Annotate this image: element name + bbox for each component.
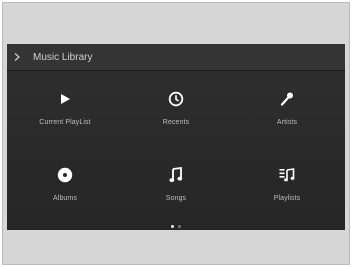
tile-label: Songs (165, 195, 187, 202)
page-indicator (7, 222, 345, 230)
tile-songs[interactable]: Songs (120, 149, 232, 225)
header-bar: Music Library (7, 44, 345, 71)
music-library-screen: Music Library Current PlayList Recents A… (7, 44, 345, 230)
tile-label: Recents (162, 119, 190, 126)
tile-label: Artists (276, 119, 298, 126)
play-icon (53, 87, 77, 111)
clock-icon (164, 87, 188, 111)
page-title: Music Library (33, 51, 93, 63)
tile-current-playlist[interactable]: Current PlayList (9, 73, 121, 149)
tile-label: Albums (53, 195, 77, 202)
disc-icon (53, 163, 77, 187)
tile-artists[interactable]: Artists (231, 73, 343, 149)
tile-label: Current PlayList (39, 119, 91, 126)
chevron-right-icon[interactable] (7, 44, 27, 70)
music-note-icon (164, 163, 188, 187)
tile-label: Playlists (273, 195, 301, 202)
playlist-icon (275, 163, 299, 187)
page-dot-2[interactable] (178, 224, 181, 228)
tile-albums[interactable]: Albums (9, 149, 121, 225)
library-grid: Current PlayList Recents Artists Albums … (7, 71, 345, 223)
tile-playlists[interactable]: Playlists (231, 149, 343, 225)
tile-recents[interactable]: Recents (120, 73, 232, 149)
page-dot-1[interactable] (171, 224, 174, 228)
device-bezel: Music Library Current PlayList Recents A… (2, 2, 350, 265)
microphone-icon (275, 87, 299, 111)
